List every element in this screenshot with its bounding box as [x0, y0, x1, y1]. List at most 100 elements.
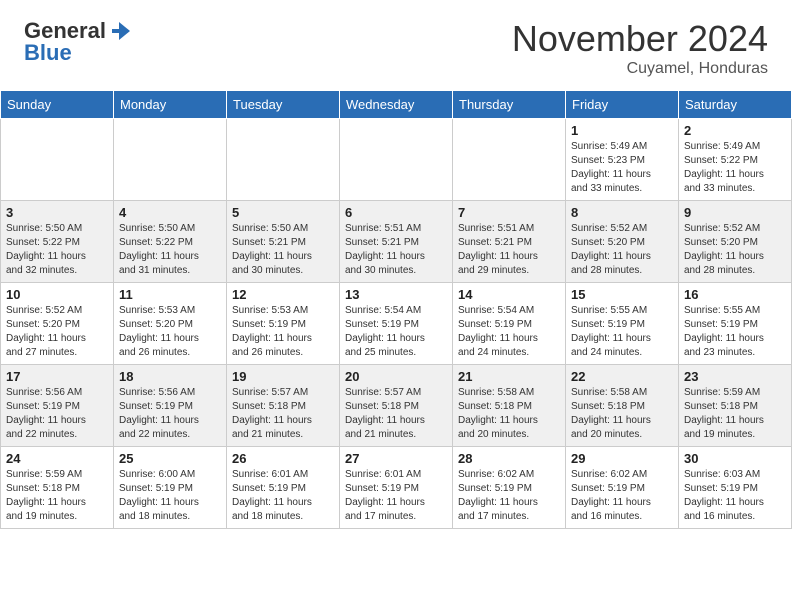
- calendar-cell: 3Sunrise: 5:50 AM Sunset: 5:22 PM Daylig…: [1, 201, 114, 283]
- day-number: 11: [119, 287, 221, 302]
- day-info: Sunrise: 5:57 AM Sunset: 5:18 PM Dayligh…: [345, 386, 447, 442]
- day-info: Sunrise: 5:59 AM Sunset: 5:18 PM Dayligh…: [6, 468, 108, 524]
- calendar-cell: 23 Sunrise: 5:59 AM Sunset: 5:18 PM Dayli…: [679, 365, 792, 447]
- calendar-cell: 30 Sunrise: 6:03 AM Sunset: 5:19 PM Dayli…: [679, 447, 792, 529]
- logo-icon: [108, 20, 130, 42]
- calendar-cell: 15 Sunrise: 5:55 AM Sunset: 5:19 PM Dayli…: [566, 283, 679, 365]
- day-info: Sunrise: 6:02 AM Sunset: 5:19 PM Dayligh…: [571, 468, 673, 524]
- calendar-week-row: 3 Sunrise: 5:50 AM Sunset: 5:22 PM Daylig…: [1, 201, 792, 283]
- calendar-cell: 9 Sunrise: 5:52 AM Sunset: 5:20 PM Daylig…: [679, 201, 792, 283]
- location: Cuyamel, Honduras: [512, 60, 768, 78]
- calendar-cell: 17 Sunrise: 5:56 AM Sunset: 5:19 PM Dayli…: [1, 365, 114, 447]
- calendar-cell: [114, 119, 227, 201]
- day-number: 19: [232, 369, 334, 384]
- title-block: November 2024 Cuyamel, Honduras: [512, 18, 768, 78]
- day-info: Sunrise: 5:54 AM Sunset: 5:19 PM Dayligh…: [458, 304, 560, 360]
- day-number: 25: [119, 451, 221, 466]
- calendar-cell: 19 Sunrise: 5:57 AM Sunset: 5:18 PM Dayli…: [227, 365, 340, 447]
- day-number: 22: [571, 369, 673, 384]
- day-info: Sunrise: 5:57 AM Sunset: 5:18 PM Dayligh…: [232, 386, 334, 442]
- calendar-cell: 16 Sunrise: 5:55 AM Sunset: 5:19 PM Dayli…: [679, 283, 792, 365]
- day-number: 17: [6, 369, 108, 384]
- day-number: 2: [684, 123, 786, 138]
- calendar-cell: [1, 119, 114, 201]
- day-header-monday: Monday: [114, 91, 227, 119]
- day-info: Sunrise: 6:00 AM Sunset: 5:19 PM Dayligh…: [119, 468, 221, 524]
- day-info: Sunrise: 5:49 AM Sunset: 5:22 PM Dayligh…: [684, 140, 786, 196]
- calendar-cell: 14 Sunrise: 5:54 AM Sunset: 5:19 PM Dayli…: [453, 283, 566, 365]
- day-info: Sunrise: 5:52 AM Sunset: 5:20 PM Dayligh…: [6, 304, 108, 360]
- calendar-cell: 12 Sunrise: 5:53 AM Sunset: 5:19 PM Dayli…: [227, 283, 340, 365]
- calendar-cell: 7 Sunrise: 5:51 AM Sunset: 5:21 PM Daylig…: [453, 201, 566, 283]
- day-info: Sunrise: 6:01 AM Sunset: 5:19 PM Dayligh…: [345, 468, 447, 524]
- calendar-cell: 21 Sunrise: 5:58 AM Sunset: 5:18 PM Dayli…: [453, 365, 566, 447]
- day-number: 6: [345, 205, 447, 220]
- day-number: 9: [684, 205, 786, 220]
- day-info: Sunrise: 6:01 AM Sunset: 5:19 PM Dayligh…: [232, 468, 334, 524]
- day-info: Sunrise: 5:49 AM Sunset: 5:23 PM Dayligh…: [571, 140, 673, 196]
- day-number: 16: [684, 287, 786, 302]
- calendar-cell: 20 Sunrise: 5:57 AM Sunset: 5:18 PM Dayli…: [340, 365, 453, 447]
- day-info: Sunrise: 5:51 AM Sunset: 5:21 PM Dayligh…: [345, 222, 447, 278]
- calendar-cell: 22 Sunrise: 5:58 AM Sunset: 5:18 PM Dayli…: [566, 365, 679, 447]
- day-info: Sunrise: 5:55 AM Sunset: 5:19 PM Dayligh…: [571, 304, 673, 360]
- calendar-week-row: 17 Sunrise: 5:56 AM Sunset: 5:19 PM Dayli…: [1, 365, 792, 447]
- day-info: Sunrise: 6:02 AM Sunset: 5:19 PM Dayligh…: [458, 468, 560, 524]
- calendar-cell: 1 Sunrise: 5:49 AM Sunset: 5:23 PM Daylig…: [566, 119, 679, 201]
- calendar-week-row: 24 Sunrise: 5:59 AM Sunset: 5:18 PM Dayli…: [1, 447, 792, 529]
- day-header-thursday: Thursday: [453, 91, 566, 119]
- day-info: Sunrise: 6:03 AM Sunset: 5:19 PM Dayligh…: [684, 468, 786, 524]
- day-number: 1: [571, 123, 673, 138]
- calendar-cell: 24 Sunrise: 5:59 AM Sunset: 5:18 PM Dayli…: [1, 447, 114, 529]
- calendar-cell: 11 Sunrise: 5:53 AM Sunset: 5:20 PM Dayli…: [114, 283, 227, 365]
- calendar-cell: 8Sunrise: 5:52 AM Sunset: 5:20 PM Daylig…: [566, 201, 679, 283]
- day-number: 23: [684, 369, 786, 384]
- page-header: General Blue November 2024 Cuyamel, Hond…: [0, 0, 792, 86]
- day-info: Sunrise: 5:55 AM Sunset: 5:19 PM Dayligh…: [684, 304, 786, 360]
- day-info: Sunrise: 5:52 AM Sunset: 5:20 PM Dayligh…: [684, 222, 786, 278]
- day-number: 14: [458, 287, 560, 302]
- day-number: 27: [345, 451, 447, 466]
- day-header-sunday: Sunday: [1, 91, 114, 119]
- calendar-week-row: 1 Sunrise: 5:49 AM Sunset: 5:23 PM Daylig…: [1, 119, 792, 201]
- logo-blue-text: Blue: [24, 40, 72, 66]
- day-header-wednesday: Wednesday: [340, 91, 453, 119]
- day-number: 12: [232, 287, 334, 302]
- day-number: 21: [458, 369, 560, 384]
- day-info: Sunrise: 5:59 AM Sunset: 5:18 PM Dayligh…: [684, 386, 786, 442]
- day-header-saturday: Saturday: [679, 91, 792, 119]
- logo: General Blue: [24, 18, 130, 66]
- day-number: 10: [6, 287, 108, 302]
- day-info: Sunrise: 5:53 AM Sunset: 5:19 PM Dayligh…: [232, 304, 334, 360]
- calendar-cell: 28 Sunrise: 6:02 AM Sunset: 5:19 PM Dayli…: [453, 447, 566, 529]
- day-info: Sunrise: 5:53 AM Sunset: 5:20 PM Dayligh…: [119, 304, 221, 360]
- day-info: Sunrise: 5:56 AM Sunset: 5:19 PM Dayligh…: [6, 386, 108, 442]
- day-info: Sunrise: 5:50 AM Sunset: 5:21 PM Dayligh…: [232, 222, 334, 278]
- day-number: 28: [458, 451, 560, 466]
- day-number: 4: [119, 205, 221, 220]
- calendar-cell: 27 Sunrise: 6:01 AM Sunset: 5:19 PM Dayli…: [340, 447, 453, 529]
- month-title: November 2024: [512, 18, 768, 60]
- calendar-cell: 25 Sunrise: 6:00 AM Sunset: 5:19 PM Dayli…: [114, 447, 227, 529]
- calendar-cell: 4 Sunrise: 5:50 AM Sunset: 5:22 PM Daylig…: [114, 201, 227, 283]
- calendar-cell: 26Sunrise: 6:01 AM Sunset: 5:19 PM Dayli…: [227, 447, 340, 529]
- calendar-cell: 5Sunrise: 5:50 AM Sunset: 5:21 PM Daylig…: [227, 201, 340, 283]
- day-number: 15: [571, 287, 673, 302]
- day-number: 24: [6, 451, 108, 466]
- calendar-cell: 10 Sunrise: 5:52 AM Sunset: 5:20 PM Dayli…: [1, 283, 114, 365]
- calendar-cell: [227, 119, 340, 201]
- day-number: 18: [119, 369, 221, 384]
- calendar-table: SundayMondayTuesdayWednesdayThursdayFrid…: [0, 90, 792, 529]
- day-info: Sunrise: 5:58 AM Sunset: 5:18 PM Dayligh…: [458, 386, 560, 442]
- day-number: 3: [6, 205, 108, 220]
- day-info: Sunrise: 5:50 AM Sunset: 5:22 PM Dayligh…: [119, 222, 221, 278]
- calendar-cell: 2 Sunrise: 5:49 AM Sunset: 5:22 PM Daylig…: [679, 119, 792, 201]
- day-number: 7: [458, 205, 560, 220]
- day-info: Sunrise: 5:58 AM Sunset: 5:18 PM Dayligh…: [571, 386, 673, 442]
- day-number: 8: [571, 205, 673, 220]
- day-number: 20: [345, 369, 447, 384]
- day-number: 30: [684, 451, 786, 466]
- day-header-friday: Friday: [566, 91, 679, 119]
- calendar-cell: 13Sunrise: 5:54 AM Sunset: 5:19 PM Dayli…: [340, 283, 453, 365]
- day-info: Sunrise: 5:51 AM Sunset: 5:21 PM Dayligh…: [458, 222, 560, 278]
